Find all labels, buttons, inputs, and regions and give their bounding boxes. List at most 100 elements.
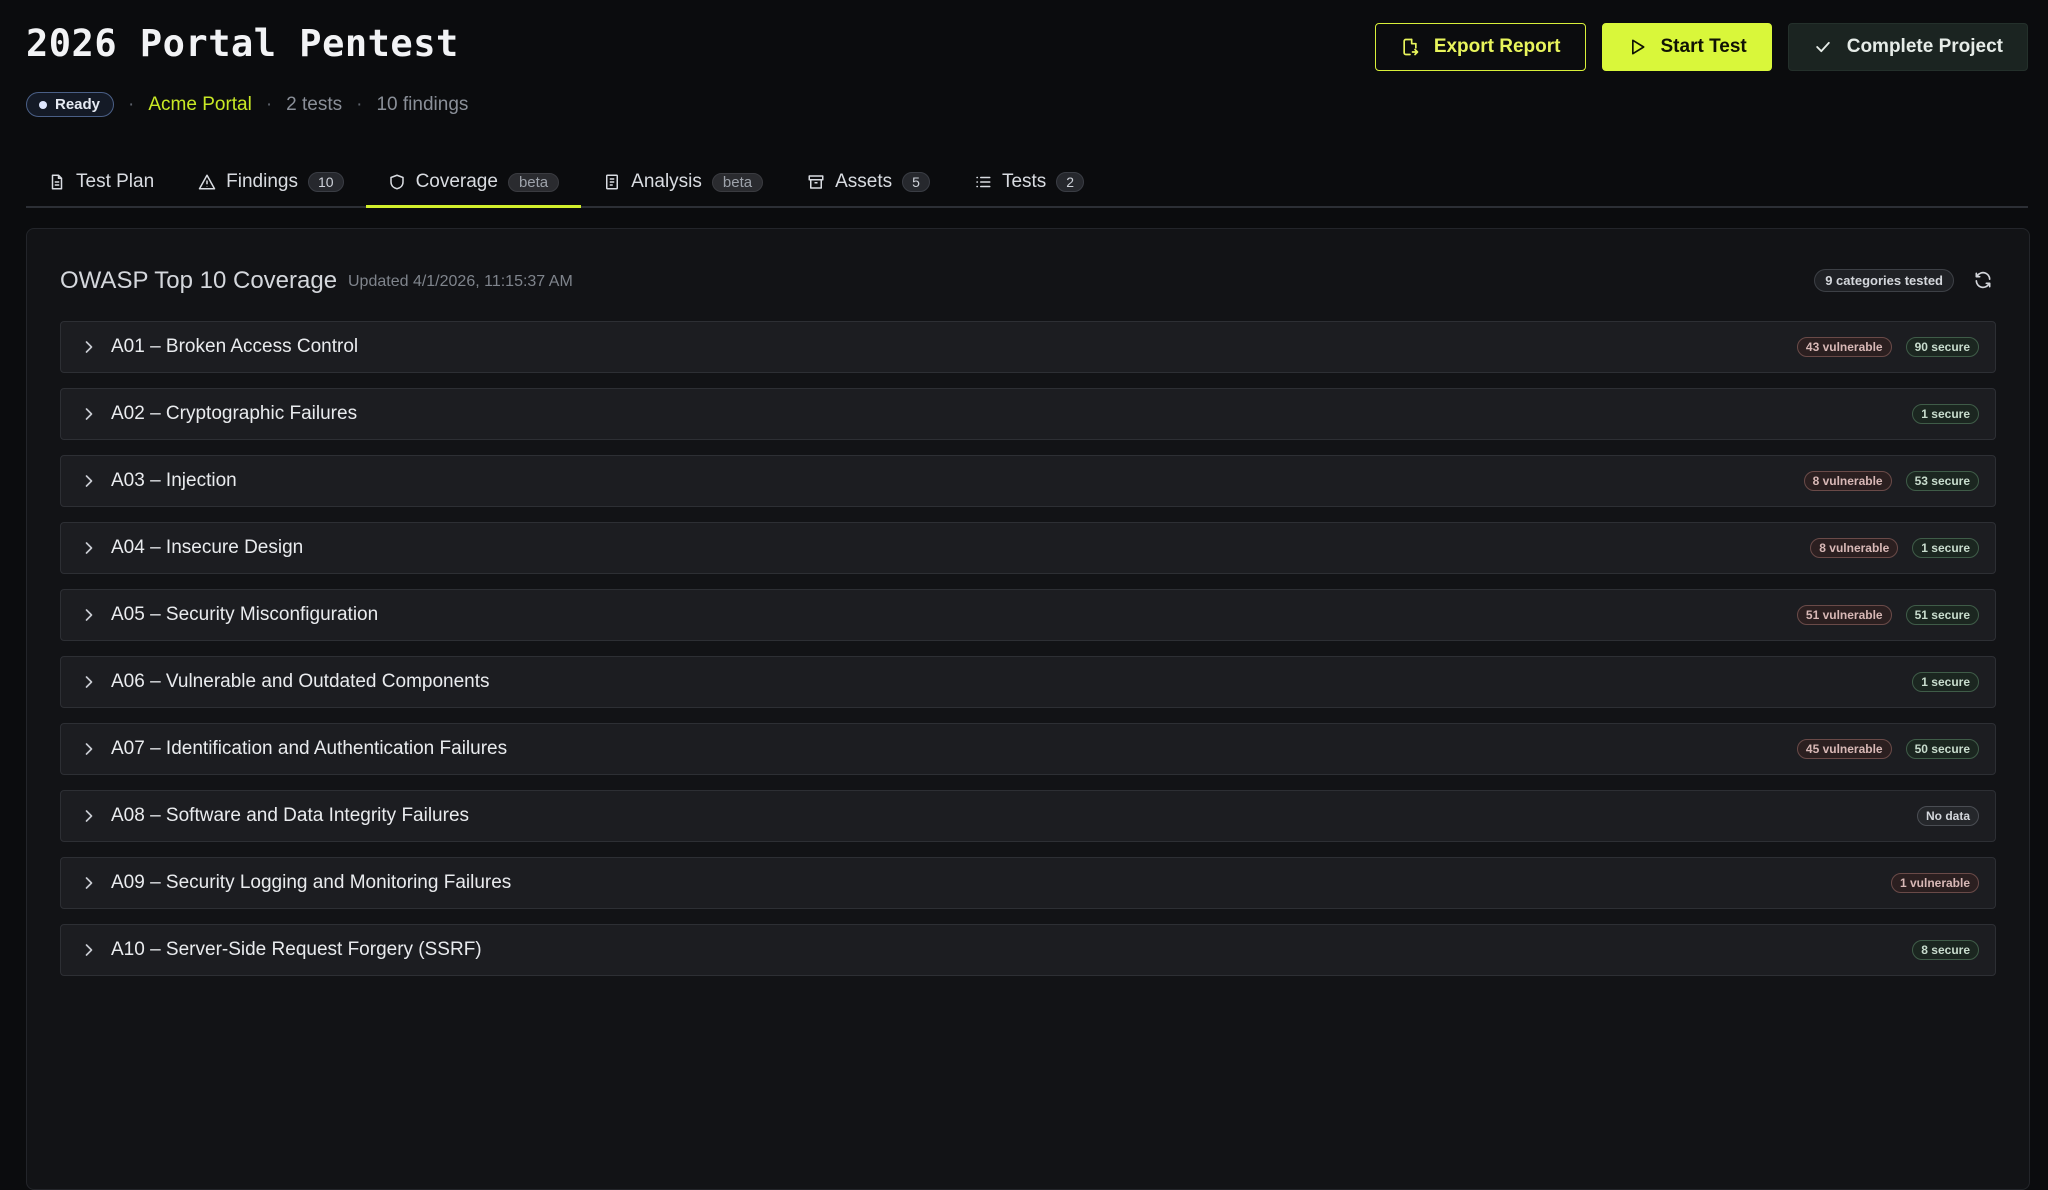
category-row[interactable]: A01 – Broken Access Control 43 vulnerable… (60, 321, 1996, 373)
findings-count-badge: 10 (307, 172, 344, 192)
vulnerable-count-badge: 43 vulnerable (1796, 337, 1892, 357)
tests-count: 2 tests (286, 93, 343, 115)
category-row[interactable]: A08 – Software and Data Integrity Failur… (60, 790, 1996, 842)
secure-count-badge: 8 secure (1912, 940, 1979, 960)
coverage-panel: OWASP Top 10 Coverage Updated 4/1/2026, … (26, 228, 2030, 1190)
chevron-right-icon (85, 408, 93, 420)
category-badges: 51 vulnerable 51 secure (1796, 605, 1979, 625)
chevron-right-icon (85, 609, 93, 621)
tab-label: Test Plan (76, 171, 155, 192)
status-label: Ready (55, 96, 101, 113)
status-dot-icon (39, 100, 47, 109)
category-label: A02 – Cryptographic Failures (111, 403, 358, 424)
chevron-right-icon (85, 676, 93, 688)
category-label: A07 – Identification and Authentication … (111, 738, 508, 759)
no-data-badge: No data (1916, 806, 1979, 826)
tab-assets[interactable]: Assets 5 (785, 158, 952, 206)
tab-analysis[interactable]: Analysis beta (581, 158, 785, 206)
category-row[interactable]: A07 – Identification and Authentication … (60, 723, 1996, 775)
complete-project-label: Complete Project (1846, 36, 2003, 57)
start-test-button[interactable]: Start Test (1601, 23, 1772, 71)
category-badges: 8 secure (1912, 940, 1979, 960)
category-label: A09 – Security Logging and Monitoring Fa… (111, 872, 512, 893)
tab-findings[interactable]: Findings 10 (176, 158, 365, 206)
category-badges: 45 vulnerable 50 secure (1796, 739, 1979, 759)
category-label: A05 – Security Misconfiguration (111, 604, 379, 625)
tab-tests[interactable]: Tests 2 (952, 158, 1106, 206)
chevron-right-icon (85, 743, 93, 755)
tab-label: Tests (1001, 171, 1047, 192)
category-badges: 1 vulnerable (1890, 873, 1979, 893)
page-title: 2026 Portal Pentest (26, 22, 459, 65)
warning-icon (198, 174, 216, 190)
updated-timestamp: Updated 4/1/2026, 11:15:37 AM (348, 273, 573, 290)
chevron-right-icon (85, 341, 93, 353)
tests-count-badge: 2 (1056, 172, 1085, 192)
secure-count-badge: 51 secure (1905, 605, 1979, 625)
categories-tested-badge: 9 categories tested (1814, 269, 1954, 292)
category-row[interactable]: A02 – Cryptographic Failures 1 secure (60, 388, 1996, 440)
secure-count-badge: 1 secure (1912, 672, 1979, 692)
category-row[interactable]: A06 – Vulnerable and Outdated Components… (60, 656, 1996, 708)
tab-bar: Test Plan Findings 10 Coverage beta Anal… (26, 158, 2028, 208)
refresh-icon[interactable] (1973, 270, 1993, 290)
category-badges: 43 vulnerable 90 secure (1796, 337, 1979, 357)
play-icon (1631, 39, 1644, 55)
category-label: A03 – Injection (111, 470, 237, 491)
vulnerable-count-badge: 8 vulnerable (1803, 471, 1892, 491)
beta-badge: beta (711, 172, 764, 192)
project-meta: Ready · Acme Portal · 2 tests · 10 findi… (26, 92, 468, 117)
category-row[interactable]: A03 – Injection 8 vulnerable 53 secure (60, 455, 1996, 507)
category-list: A01 – Broken Access Control 43 vulnerable… (60, 321, 1996, 991)
file-export-icon (1403, 38, 1419, 56)
category-badges: 8 vulnerable 1 secure (1810, 538, 1979, 558)
secure-count-badge: 1 secure (1912, 404, 1979, 424)
check-icon (1815, 41, 1830, 53)
separator: · (265, 93, 273, 115)
export-report-button[interactable]: Export Report (1374, 23, 1586, 71)
category-badges: No data (1916, 806, 1979, 826)
start-test-label: Start Test (1660, 36, 1747, 57)
category-row[interactable]: A04 – Insecure Design 8 vulnerable 1 secur… (60, 522, 1996, 574)
vulnerable-count-badge: 45 vulnerable (1796, 739, 1892, 759)
chevron-right-icon (85, 475, 93, 487)
tab-label: Findings (226, 171, 298, 192)
chevron-right-icon (85, 877, 93, 889)
category-row[interactable]: A10 – Server-Side Request Forgery (SSRF)… (60, 924, 1996, 976)
category-row[interactable]: A05 – Security Misconfiguration 51 vulner… (60, 589, 1996, 641)
vulnerable-count-badge: 1 vulnerable (1890, 873, 1979, 893)
vulnerable-count-badge: 51 vulnerable (1796, 605, 1892, 625)
tab-label: Analysis (631, 171, 702, 192)
beta-badge: beta (507, 172, 560, 192)
category-badges: 1 secure (1912, 404, 1979, 424)
status-badge: Ready (26, 92, 115, 117)
chevron-right-icon (85, 542, 93, 554)
complete-project-button[interactable]: Complete Project (1787, 23, 2028, 71)
category-label: A10 – Server-Side Request Forgery (SSRF) (111, 939, 482, 960)
vulnerable-count-badge: 8 vulnerable (1810, 538, 1899, 558)
category-label: A06 – Vulnerable and Outdated Components (111, 671, 490, 692)
category-label: A01 – Broken Access Control (111, 336, 359, 357)
archive-icon (808, 175, 824, 189)
list-icon (976, 176, 991, 188)
secure-count-badge: 1 secure (1912, 538, 1979, 558)
category-badges: 1 secure (1912, 672, 1979, 692)
category-label: A08 – Software and Data Integrity Failur… (111, 805, 470, 826)
notes-icon (606, 174, 619, 190)
secure-count-badge: 53 secure (1905, 471, 1979, 491)
findings-count: 10 findings (376, 93, 469, 115)
header-actions: Export Report Start Test Complete Projec… (1374, 23, 2028, 71)
tab-test-plan[interactable]: Test Plan (26, 158, 176, 206)
tab-coverage[interactable]: Coverage beta (365, 158, 582, 208)
export-report-label: Export Report (1433, 36, 1561, 57)
secure-count-badge: 50 secure (1905, 739, 1979, 759)
separator: · (128, 93, 135, 115)
category-label: A04 – Insecure Design (111, 537, 304, 558)
category-row[interactable]: A09 – Security Logging and Monitoring Fa… (60, 857, 1996, 909)
project-link[interactable]: Acme Portal (148, 94, 251, 116)
shield-icon (389, 174, 404, 190)
tab-label: Assets (835, 171, 893, 192)
category-badges: 8 vulnerable 53 secure (1803, 471, 1979, 491)
assets-count-badge: 5 (902, 172, 930, 192)
chevron-right-icon (85, 944, 93, 956)
